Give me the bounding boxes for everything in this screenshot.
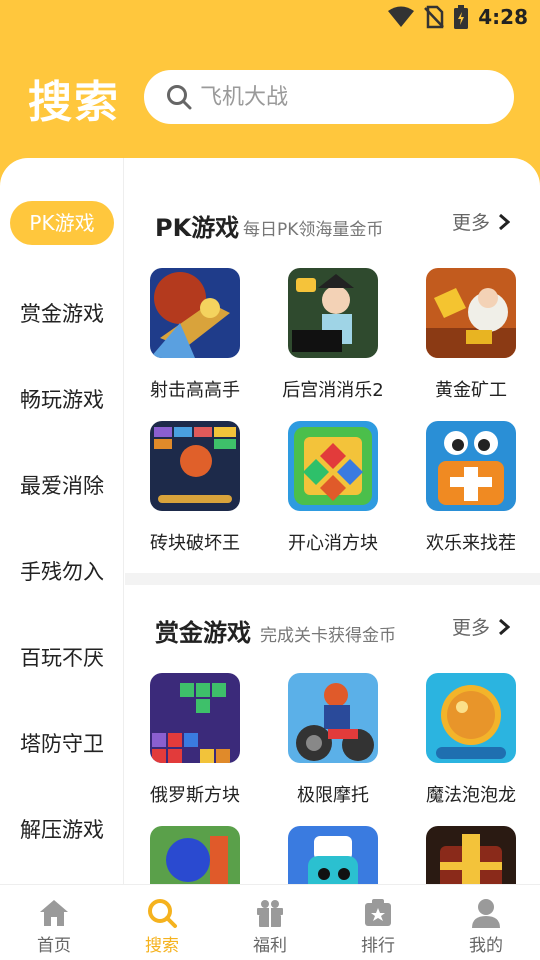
sidebar-item-tower[interactable]: 塔防守卫 (0, 728, 124, 758)
game-card[interactable] (273, 826, 393, 885)
tetris-game-icon (150, 673, 240, 763)
game-card[interactable]: 黄金矿工 (411, 268, 531, 402)
game-name: 砖块破坏王 (150, 533, 240, 554)
nav-search[interactable]: 搜索 (108, 885, 216, 960)
battery-icon (454, 5, 469, 29)
gold-miner-game-icon (426, 268, 516, 358)
no-sim-icon (424, 5, 445, 29)
game-card[interactable]: 砖块破坏王 (135, 421, 255, 555)
nav-welfare[interactable]: 福利 (216, 885, 324, 960)
game-name: 俄罗斯方块 (150, 785, 240, 806)
game-name: 欢乐来找茬 (426, 533, 516, 554)
nav-label: 排行 (361, 936, 395, 956)
search-icon (167, 85, 192, 110)
nav-label: 首页 (37, 936, 71, 956)
rank-icon (365, 899, 391, 926)
game-card[interactable]: 欢乐来找茬 (411, 421, 531, 555)
nav-profile[interactable]: 我的 (432, 885, 540, 960)
brick-breaker-game-icon (150, 421, 240, 511)
search-input[interactable] (200, 84, 480, 110)
sidebar-item-play[interactable]: 畅玩游戏 (0, 384, 124, 414)
category-sidebar: PK游戏 赏金游戏 畅玩游戏 最爱消除 手残勿入 百玩不厌 塔防守卫 解压游戏 (0, 158, 124, 885)
more-button[interactable]: 更多 (452, 613, 510, 640)
chevron-right-icon (499, 618, 510, 635)
game-card[interactable]: 极限摩托 (273, 673, 393, 807)
search-box[interactable] (144, 70, 514, 124)
nav-rank[interactable]: 排行 (324, 885, 432, 960)
gift-icon (257, 900, 283, 927)
game-name: 魔法泡泡龙 (426, 785, 516, 806)
game-name: 后宫消消乐2 (282, 380, 384, 401)
game-card[interactable]: 开心消方块 (273, 421, 393, 555)
game-name: 开心消方块 (288, 533, 378, 554)
wifi-icon (388, 6, 415, 27)
search-icon (148, 899, 177, 928)
game-card[interactable] (135, 826, 255, 885)
nav-label: 我的 (469, 936, 503, 956)
game-card[interactable]: 魔法泡泡龙 (411, 673, 531, 807)
game-card[interactable] (411, 826, 531, 885)
game-list: PK游戏 每日PK领海量金币 更多 射击高高手 后宫消消乐2 黄金矿工 砖块破坏… (125, 158, 540, 885)
section-title: 赏金游戏 (155, 619, 251, 647)
more-label: 更多 (451, 617, 490, 639)
nav-label: 搜索 (145, 936, 179, 956)
sidebar-item-relax[interactable]: 解压游戏 (0, 814, 124, 844)
section-header: PK游戏 每日PK领海量金币 更多 (125, 208, 540, 248)
shooter-game-icon (150, 268, 240, 358)
section-subtitle: 每日PK领海量金币 (243, 220, 384, 240)
moto-game-icon (288, 673, 378, 763)
section-title: PK游戏 (155, 214, 240, 242)
section-header: 赏金游戏 完成关卡获得金币 更多 (125, 613, 540, 653)
game-name: 黄金矿工 (435, 380, 507, 401)
palace-match-game-icon (288, 268, 378, 358)
ball-game-icon (150, 826, 240, 885)
spot-difference-game-icon (426, 421, 516, 511)
more-button[interactable]: 更多 (452, 208, 510, 235)
happy-blocks-game-icon (288, 421, 378, 511)
nav-label: 福利 (253, 936, 287, 956)
section-divider (125, 573, 540, 585)
home-icon (40, 900, 68, 926)
page-title: 搜索 (28, 77, 120, 128)
section-subtitle: 完成关卡获得金币 (260, 626, 396, 646)
bottom-nav: 首页 搜索 福利 排行 我的 (0, 884, 540, 960)
game-name: 极限摩托 (297, 785, 369, 806)
game-name: 射击高高手 (150, 380, 240, 401)
chevron-right-icon (499, 213, 510, 230)
sidebar-item-match[interactable]: 最爱消除 (0, 470, 124, 500)
game-card[interactable]: 射击高高手 (135, 268, 255, 402)
sidebar-item-bounty[interactable]: 赏金游戏 (0, 298, 124, 328)
profile-icon (472, 899, 500, 928)
bubble-dragon-game-icon (426, 673, 516, 763)
status-bar: 4:28 (0, 0, 540, 36)
sidebar-item-pk[interactable]: PK游戏 (10, 201, 114, 245)
game-card[interactable]: 俄罗斯方块 (135, 673, 255, 807)
status-time: 4:28 (478, 5, 528, 29)
game-card[interactable]: 后宫消消乐2 (273, 268, 393, 402)
runner-game-icon (288, 826, 378, 885)
more-label: 更多 (451, 212, 490, 234)
sidebar-item-hard[interactable]: 手残勿入 (0, 556, 124, 586)
treasure-game-icon (426, 826, 516, 885)
sidebar-item-classic[interactable]: 百玩不厌 (0, 642, 124, 672)
nav-home[interactable]: 首页 (0, 885, 108, 960)
content-panel: PK游戏 赏金游戏 畅玩游戏 最爱消除 手残勿入 百玩不厌 塔防守卫 解压游戏 … (0, 158, 540, 885)
